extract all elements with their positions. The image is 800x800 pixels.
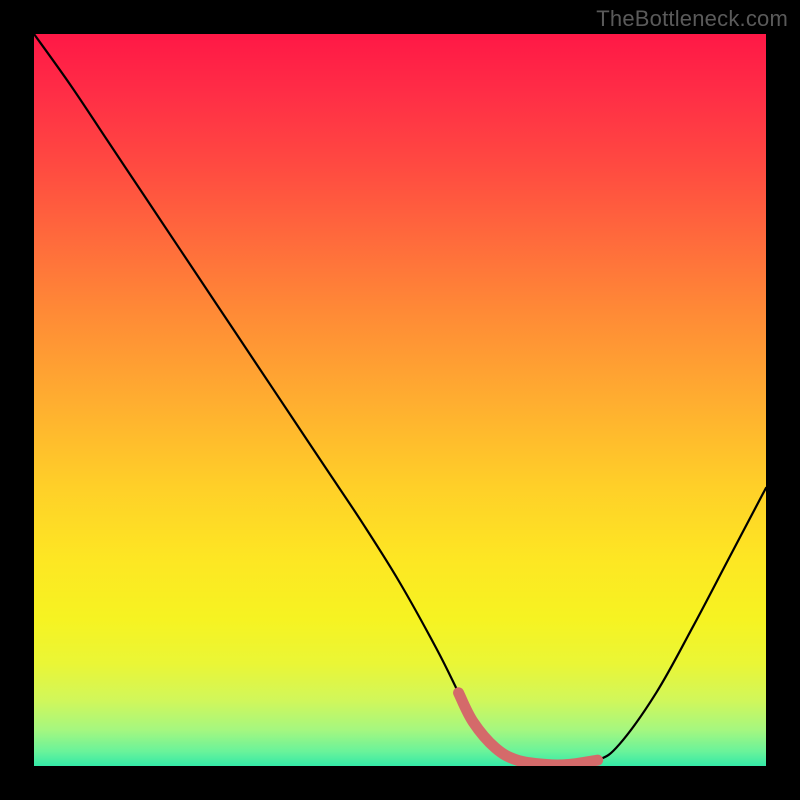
highlight-segment — [459, 693, 598, 765]
main-curve — [34, 34, 766, 765]
curve-svg — [34, 34, 766, 766]
chart-container: { "watermark": "TheBottleneck.com", "cha… — [0, 0, 800, 800]
watermark-text: TheBottleneck.com — [596, 6, 788, 32]
plot-area — [34, 34, 766, 766]
